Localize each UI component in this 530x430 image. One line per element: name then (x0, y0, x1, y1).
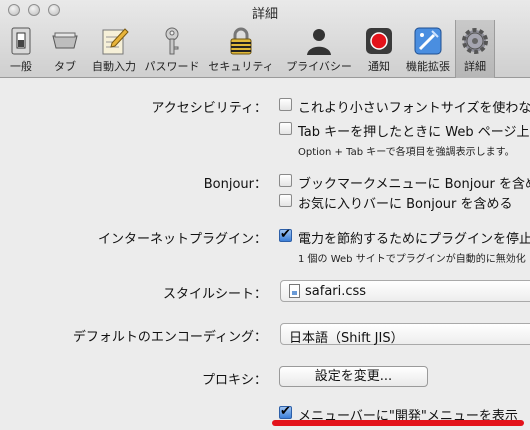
pencil-form-icon (102, 28, 129, 55)
css-file-icon (289, 284, 300, 298)
toolbar-passwords[interactable]: パスワード (140, 20, 204, 78)
encoding-popup[interactable]: 日本語（Shift JIS） (280, 323, 530, 346)
toolbar-general[interactable]: 一般 (0, 20, 42, 78)
toolbar-advanced-label: 詳細 (464, 60, 486, 73)
person-silhouette-icon (307, 29, 331, 55)
min-font-size-checkbox[interactable] (279, 98, 292, 111)
toolbar-tabs[interactable]: タブ (44, 20, 86, 78)
accessibility-label: アクセシビリティ： (151, 101, 267, 116)
change-proxy-settings-button[interactable]: 設定を変更... (279, 366, 428, 387)
toolbar-advanced[interactable]: 詳細 (455, 20, 495, 78)
toolbar-security[interactable]: セキュリティ (206, 20, 276, 78)
gear-icon (462, 28, 488, 54)
bonjour-label: Bonjour： (203, 177, 267, 192)
extensions-icon (414, 27, 442, 55)
toolbar-privacy-label: プライバシー (286, 60, 352, 73)
plugins-label: インターネットプラグイン： (97, 232, 267, 247)
bonjour-bookmarks-checkbox[interactable] (279, 174, 292, 187)
proxy-label: プロキシ： (201, 373, 267, 388)
notification-icon (366, 28, 392, 54)
toolbar-extensions[interactable]: 機能拡張 (402, 20, 454, 78)
toolbar-autofill-label: 自動入力 (92, 60, 136, 73)
stylesheet-label: スタイルシート： (162, 287, 267, 302)
tab-highlight-note: Option + Tab キーで各項目を強調表示します。 (298, 147, 515, 158)
bonjour-favorites-checkbox[interactable] (279, 194, 292, 207)
stylesheet-value: safari.css (305, 284, 367, 299)
encoding-label: デフォルトのエンコーディング： (72, 330, 267, 345)
lock-icon (230, 27, 252, 55)
window-titlebar: 詳細 一般 タブ 自動入力 パスワード セキュリティ プライバシー 通知 機能拡… (0, 0, 530, 78)
toolbar-notifications-label: 通知 (368, 60, 390, 73)
red-highlight-underline (272, 420, 524, 426)
toolbar-passwords-label: パスワード (144, 60, 200, 73)
encoding-value: 日本語（Shift JIS） (289, 331, 404, 346)
toolbar-security-label: セキュリティ (208, 60, 274, 73)
bonjour-favorites-label: お気に入りバーに Bonjour を含める (298, 197, 513, 212)
min-font-size-label: これより小さいフォントサイズを使わな (298, 101, 530, 116)
toolbar-extensions-label: 機能拡張 (406, 60, 450, 73)
toolbar-general-label: 一般 (10, 60, 32, 73)
bonjour-bookmarks-label: ブックマークメニューに Bonjour を含め (298, 177, 530, 192)
toolbar-tabs-label: タブ (54, 60, 76, 73)
plugins-note: 1 個の Web サイトでプラグインが自動的に無効化 (298, 254, 526, 265)
stylesheet-popup[interactable]: safari.css (280, 280, 530, 302)
tab-highlight-label: Tab キーを押したときに Web ページ上の (298, 125, 530, 140)
switch-icon (11, 27, 31, 55)
toolbar-notifications[interactable]: 通知 (360, 20, 398, 78)
stop-plugins-label: 電力を節約するためにプラグインを停止 (298, 232, 530, 247)
toolbar-privacy[interactable]: プライバシー (284, 20, 354, 78)
tabs-icon (52, 32, 78, 49)
toolbar-autofill[interactable]: 自動入力 (88, 20, 140, 78)
tab-highlight-checkbox[interactable] (279, 122, 292, 135)
stop-plugins-checkbox[interactable] (279, 227, 292, 242)
key-icon (165, 27, 179, 55)
show-develop-menu-checkbox[interactable] (279, 404, 292, 419)
